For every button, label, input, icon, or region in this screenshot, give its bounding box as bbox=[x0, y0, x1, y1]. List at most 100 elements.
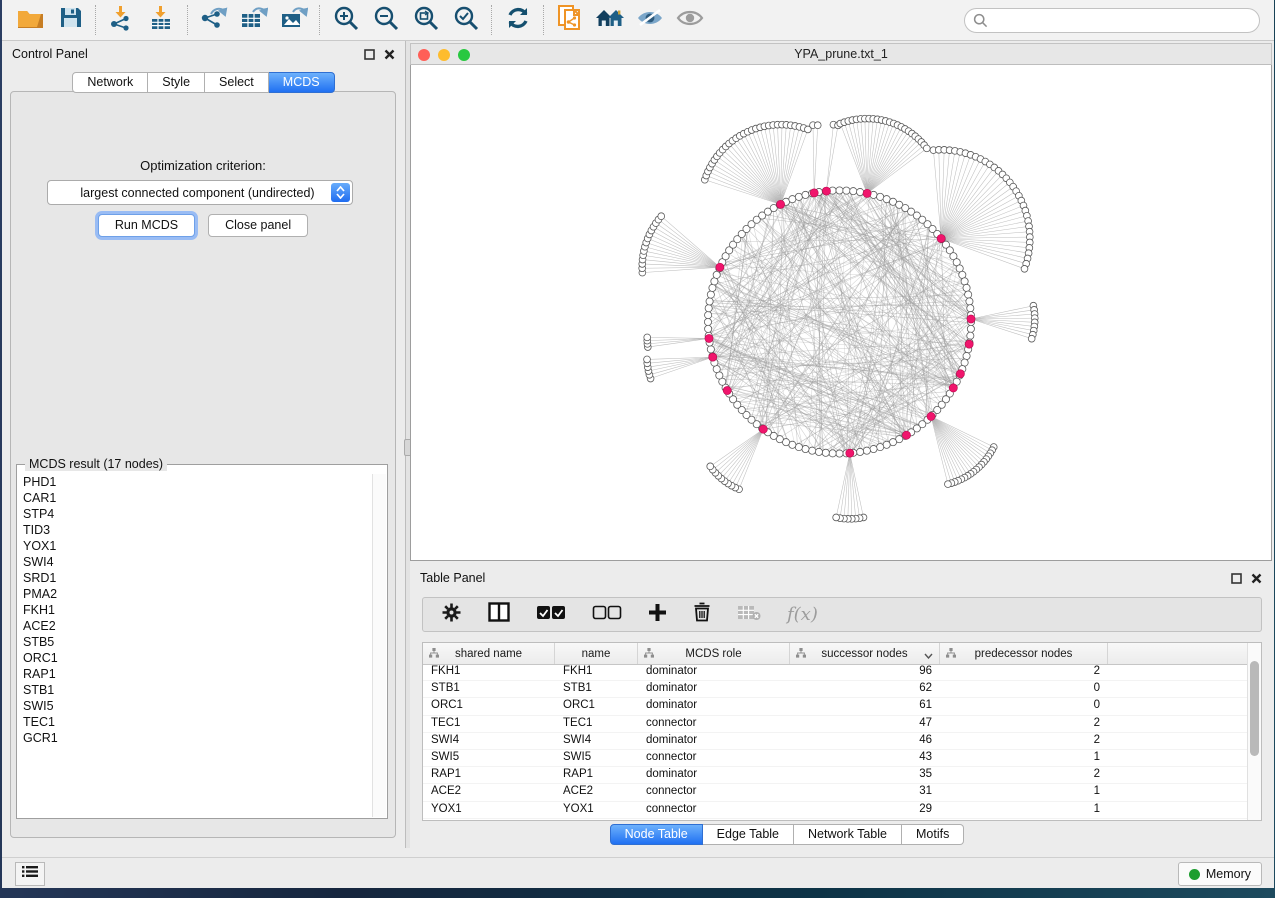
table-row[interactable]: TEC1TEC1connector472 bbox=[423, 716, 1248, 733]
column-header-name[interactable]: name bbox=[555, 643, 638, 664]
close-panel-icon[interactable] bbox=[384, 47, 395, 65]
zoom-in-button[interactable] bbox=[326, 3, 366, 37]
list-item[interactable]: FKH1 bbox=[18, 602, 373, 618]
zoom-fit-button[interactable] bbox=[406, 3, 446, 37]
table-cell: 0 bbox=[940, 698, 1108, 714]
mcds-result-list[interactable]: PHD1CAR1STP4TID3YOX1SWI4SRD1PMA2FKH1ACE2… bbox=[18, 474, 373, 817]
optimization-criterion-select[interactable]: largest connected component (undirected) bbox=[47, 180, 353, 205]
save-session-button[interactable] bbox=[50, 3, 90, 37]
table-cell: 2 bbox=[940, 767, 1108, 783]
network-window-titlebar[interactable]: YPA_prune.txt_1 bbox=[410, 43, 1272, 65]
import-network-button[interactable] bbox=[102, 3, 142, 37]
scrollbar-thumb[interactable] bbox=[1250, 661, 1259, 756]
tab-mcds[interactable]: MCDS bbox=[269, 72, 335, 93]
list-item[interactable]: PMA2 bbox=[18, 586, 373, 602]
list-item[interactable]: STP4 bbox=[18, 506, 373, 522]
table-cell: FKH1 bbox=[555, 664, 638, 680]
table-row[interactable]: PHD1PHD1dominator180 bbox=[423, 819, 1248, 821]
float-panel-icon[interactable] bbox=[364, 47, 375, 65]
table-cell: 0 bbox=[940, 819, 1108, 821]
first-neighbors-button[interactable] bbox=[590, 3, 630, 37]
list-item[interactable]: PHD1 bbox=[18, 474, 373, 490]
task-history-button[interactable] bbox=[15, 862, 45, 886]
table-row[interactable]: SWI4SWI4dominator462 bbox=[423, 733, 1248, 750]
list-item[interactable]: SWI4 bbox=[18, 554, 373, 570]
eye-slash-icon bbox=[636, 7, 664, 34]
show-all-button[interactable] bbox=[670, 3, 710, 37]
tab-node-table[interactable]: Node Table bbox=[610, 824, 703, 845]
column-header-MCDS-role[interactable]: MCDS role bbox=[638, 643, 790, 664]
table-cell: connector bbox=[638, 716, 790, 732]
zoom-out-button[interactable] bbox=[366, 3, 406, 37]
column-header-shared-name[interactable]: shared name bbox=[423, 643, 555, 664]
table-row[interactable]: STB1STB1dominator620 bbox=[423, 681, 1248, 698]
table-cell: YOX1 bbox=[423, 802, 555, 818]
table-cell: dominator bbox=[638, 733, 790, 749]
list-item[interactable]: GCR1 bbox=[18, 730, 373, 746]
list-item[interactable]: YOX1 bbox=[18, 538, 373, 554]
tab-select[interactable]: Select bbox=[205, 72, 269, 93]
column-label: successor nodes bbox=[821, 648, 907, 660]
table-row[interactable]: ORC1ORC1dominator610 bbox=[423, 698, 1248, 715]
zoom-selected-button[interactable] bbox=[446, 3, 486, 37]
table-row[interactable]: RAP1RAP1dominator352 bbox=[423, 767, 1248, 784]
export-table-button[interactable] bbox=[234, 3, 274, 37]
network-canvas[interactable] bbox=[410, 65, 1272, 561]
table-vertical-scrollbar[interactable] bbox=[1247, 643, 1261, 820]
refresh-styles-button[interactable] bbox=[498, 3, 538, 37]
list-item[interactable]: RAP1 bbox=[18, 666, 373, 682]
import-table-button[interactable] bbox=[142, 3, 182, 37]
list-item[interactable]: STB1 bbox=[18, 682, 373, 698]
float-panel-icon[interactable] bbox=[1231, 571, 1242, 589]
tab-network-table[interactable]: Network Table bbox=[794, 824, 902, 845]
list-item[interactable]: SRD1 bbox=[18, 570, 373, 586]
table-cell: 61 bbox=[790, 698, 940, 714]
run-mcds-button[interactable]: Run MCDS bbox=[98, 214, 195, 237]
close-panel-button[interactable]: Close panel bbox=[208, 214, 308, 237]
delete-column-button[interactable] bbox=[693, 602, 711, 627]
close-panel-icon[interactable] bbox=[1251, 571, 1262, 589]
column-header-predecessor-nodes[interactable]: predecessor nodes bbox=[940, 643, 1108, 664]
network-graph[interactable] bbox=[411, 65, 1271, 560]
tab-network[interactable]: Network bbox=[72, 72, 148, 93]
save-icon bbox=[59, 6, 82, 34]
table-row[interactable]: FKH1FKH1dominator962 bbox=[423, 664, 1248, 681]
export-image-button[interactable] bbox=[274, 3, 314, 37]
mcds-result-title: MCDS result (17 nodes) bbox=[25, 457, 167, 471]
export-network-button[interactable] bbox=[194, 3, 234, 37]
list-item[interactable]: ACE2 bbox=[18, 618, 373, 634]
table-row[interactable]: SWI5SWI5connector431 bbox=[423, 750, 1248, 767]
list-item[interactable]: STB5 bbox=[18, 634, 373, 650]
search-input[interactable] bbox=[964, 8, 1260, 33]
table-cell: SWI5 bbox=[555, 750, 638, 766]
list-item[interactable]: ORC1 bbox=[18, 650, 373, 666]
show-columns-button[interactable] bbox=[488, 602, 510, 627]
select-all-rows-button[interactable] bbox=[536, 605, 566, 625]
list-item[interactable]: TEC1 bbox=[18, 714, 373, 730]
open-file-button[interactable] bbox=[10, 3, 50, 37]
main-toolbar bbox=[2, 0, 1274, 41]
mcds-result-group: MCDS result (17 nodes) PHD1CAR1STP4TID3Y… bbox=[16, 464, 388, 819]
table-cell: 1 bbox=[940, 802, 1108, 818]
create-column-button[interactable] bbox=[648, 603, 667, 627]
clone-network-button[interactable] bbox=[550, 3, 590, 37]
toolbar-separator bbox=[95, 5, 97, 35]
result-list-scrollbar[interactable] bbox=[372, 474, 386, 817]
tab-motifs[interactable]: Motifs bbox=[902, 824, 964, 845]
column-header-successor-nodes[interactable]: successor nodes bbox=[790, 643, 940, 664]
tab-style[interactable]: Style bbox=[148, 72, 205, 93]
network-view-window: YPA_prune.txt_1 bbox=[410, 43, 1272, 561]
table-row[interactable]: YOX1YOX1connector291 bbox=[423, 802, 1248, 819]
control-panel-title: Control Panel bbox=[12, 47, 395, 65]
table-row[interactable]: ACE2ACE2connector311 bbox=[423, 784, 1248, 801]
tab-edge-table[interactable]: Edge Table bbox=[703, 824, 794, 845]
table-settings-button[interactable] bbox=[441, 602, 462, 628]
table-panel-title: Table Panel bbox=[420, 571, 1264, 589]
table-cell: YOX1 bbox=[555, 802, 638, 818]
list-item[interactable]: SWI5 bbox=[18, 698, 373, 714]
hide-selected-button[interactable] bbox=[630, 3, 670, 37]
list-item[interactable]: TID3 bbox=[18, 522, 373, 538]
deselect-all-rows-button[interactable] bbox=[592, 605, 622, 625]
memory-button[interactable]: Memory bbox=[1178, 862, 1262, 886]
list-item[interactable]: CAR1 bbox=[18, 490, 373, 506]
